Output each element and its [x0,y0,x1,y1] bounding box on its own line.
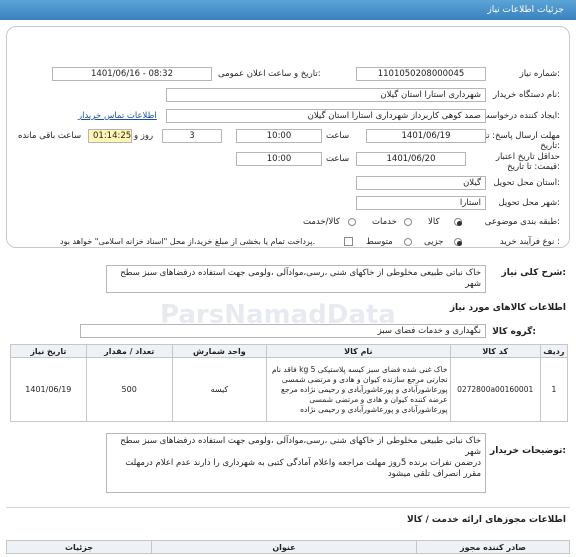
permits-table: جزئیات عنوان صادر کننده مجوز [6,540,570,554]
remaining-label: ساعت باقی مانده [18,131,82,141]
deadline-label: مهلت ارسال پاسخ: تا تاریخ: [484,131,560,151]
city-field: استارا [356,196,486,210]
city-label: شهر محل تحویل: [498,198,560,208]
col-goods-code: کد کالا [449,344,541,358]
validity-time-field: 10:00 [236,152,322,166]
goods-group-label: گروه کالا: [492,327,536,337]
requester-field: صمد کوهی کاربرداز شهرداری استارا استان گ… [166,109,486,123]
summary-label: شرح کلی نیاز: [501,268,566,278]
goods-group-field: نگهداری و خدمات فضای سبز [80,324,486,338]
days-count-field: 3 [162,129,222,143]
remaining-time-field: 01:14:25 [88,129,132,143]
buyer-notes-line1: خاک نباتی طبیعی مخلوطی از خاکهای شنی ،رس… [120,436,481,457]
validity-label: حداقل تاریخ اعتبار قیمت: تا تاریخ: [495,152,560,172]
category-radio-goods-services[interactable] [348,218,356,226]
process-label: نوع فرآیند خرید : [499,237,560,247]
page-title-bar: جزئیات اطلاعات نیاز [0,0,576,20]
payment-note: پرداخت تمام یا بخشی از مبلغ خرید،از محل … [60,237,316,246]
requester-label: ایجاد کننده درخواست: [481,111,560,121]
announce-label: تاریخ و ساعت اعلان عمومی: [218,69,321,79]
buyer-notes-field: خاک نباتی طبیعی مخلوطی از خاکهای شنی ،رس… [106,433,486,493]
col-unit: واحد شمارش [171,344,268,358]
permits-col-title: عنوان [151,540,417,554]
goods-section-title: اطلاعات کالاهای مورد نیاز [449,303,566,313]
category-option-goods-services: کالا/خدمت [303,217,340,227]
deadline-time-field: 10:00 [236,129,322,143]
buyer-org-label: نام دستگاه خریدار: [493,90,560,100]
process-radio-medium[interactable] [404,238,412,246]
category-option-services: خدمات [372,217,397,227]
announce-field: 1401/06/16 - 08:32 [52,67,212,81]
cell-goods-code: 0272800a00160001 [449,357,541,422]
permits-col-issuer: صادر کننده مجوز [416,540,570,554]
goods-table-header: تاریخ نیاز تعداد / مقدار واحد شمارش نام … [10,344,569,358]
table-row: 1401/06/19 500 کیسه خاک غنی شده فضای سبز… [10,357,569,422]
process-option-medium: متوسط [366,237,393,247]
col-row: ردیف [539,344,569,358]
category-label: طبقه بندی موضوعی: [484,217,560,227]
goods-table: تاریخ نیاز تعداد / مقدار واحد شمارش نام … [10,344,569,422]
days-label: روز و [134,131,154,141]
buyer-notes-line2: درضمن نفرات برنده 5روز مهلت مراجعه واعلا… [125,458,481,479]
validity-date-field: 1401/06/20 [356,152,466,166]
col-need-date: تاریخ نیاز [10,344,87,358]
cell-row-index: 1 [539,357,569,422]
need-number-label: شماره نیاز: [519,69,560,79]
category-radio-services[interactable] [404,218,412,226]
process-radio-minor[interactable] [454,238,462,246]
buyer-org-field: شهرداری استارا استان گیلان [166,88,486,102]
deadline-time-label: ساعت [326,131,350,141]
permits-col-details: جزئیات [6,540,152,554]
category-option-goods: کالا [428,217,440,227]
page-title: جزئیات اطلاعات نیاز [487,5,564,15]
validity-time-label: ساعت [326,154,350,164]
permits-section-title: اطلاعات مجوزهای ارائه خدمت / کالا [407,515,566,525]
need-number-field: 1101050208000045 [356,67,486,81]
deadline-date-field: 1401/06/19 [366,129,486,143]
buyer-notes-label: توضیحات خریدار: [490,446,566,456]
province-label: استان محل تحویل: [493,178,560,188]
col-goods-name: نام کالا [266,344,451,358]
cell-quantity: 500 [85,357,173,422]
permits-table-header: جزئیات عنوان صادر کننده مجوز [6,540,570,554]
cell-unit: کیسه [171,357,268,422]
province-field: گیلان [356,176,486,190]
col-quantity: تعداد / مقدار [85,344,173,358]
cell-goods-name: خاک غنی شده فضای سبز کیسه پلاستیکی 5 kg … [266,357,451,422]
summary-field: خاک نباتی طبیعی مخلوطی از خاکهای شنی ،رس… [106,265,486,293]
process-option-minor: جزیی [424,237,444,247]
cell-need-date: 1401/06/19 [10,357,87,422]
buyer-contact-link[interactable]: اطلاعات تماس خریدار [78,111,157,121]
category-radio-goods[interactable] [454,218,462,226]
section-divider [6,507,570,508]
treasury-checkbox[interactable] [344,237,353,246]
